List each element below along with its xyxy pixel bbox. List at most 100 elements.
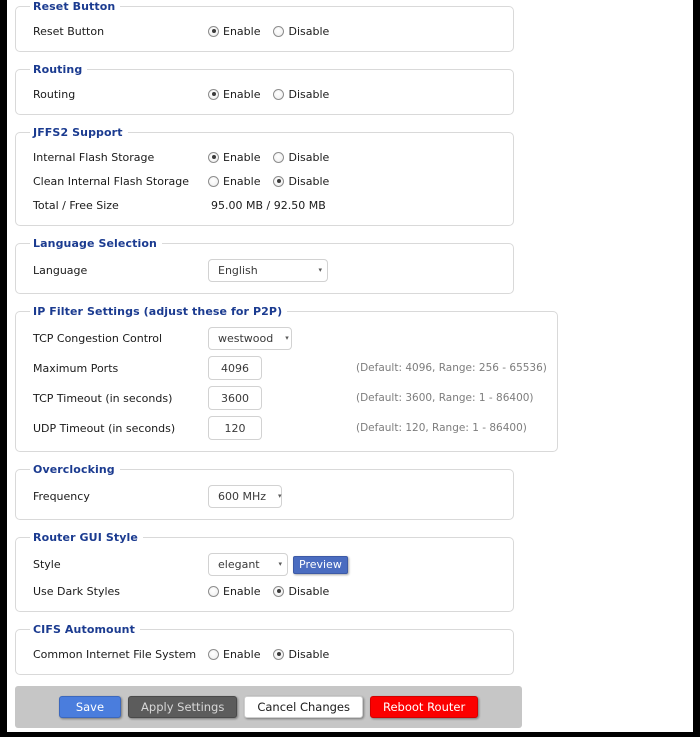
row-total-free-size: Total / Free Size 95.00 MB / 92.50 MB [26, 193, 503, 217]
row-tcp-timeout: TCP Timeout (in seconds) (Default: 3600,… [26, 383, 547, 413]
tcp-congestion-select[interactable]: westwood ▾ [208, 327, 292, 350]
maximum-ports-hint: (Default: 4096, Range: 256 - 65536) [356, 362, 547, 374]
preview-button[interactable]: Preview [293, 555, 348, 574]
save-button[interactable]: Save [58, 696, 122, 718]
internal-flash-radio-group[interactable]: Enable Disable [208, 151, 342, 164]
routing-field: Enable Disable [208, 88, 348, 101]
row-udp-timeout: UDP Timeout (in seconds) (Default: 120, … [26, 413, 547, 443]
reboot-router-button[interactable]: Reboot Router [369, 696, 479, 718]
reset-button-enable-radio[interactable]: Enable [208, 25, 260, 38]
internal-flash-storage-field: Enable Disable [208, 151, 348, 164]
panel-gui-style-legend: Router GUI Style [33, 531, 138, 544]
routing-enable-radio[interactable]: Enable [208, 88, 260, 101]
total-free-size-label: Total / Free Size [33, 198, 119, 212]
settings-content: Reset Button Reset Button Enable Disable [7, 0, 558, 675]
row-tcp-congestion-control: TCP Congestion Control westwood ▾ [26, 324, 547, 353]
style-select[interactable]: elegant ▾ [208, 553, 288, 576]
radio-label: Enable [223, 24, 261, 38]
row-clean-internal-flash-storage: Clean Internal Flash Storage Enable Disa… [26, 169, 503, 193]
routing-radio-group[interactable]: Enable Disable [208, 88, 342, 101]
clean-flash-enable-radio[interactable]: Enable [208, 175, 260, 188]
clean-flash-disable-radio[interactable]: Disable [273, 175, 329, 188]
row-internal-flash-storage: Internal Flash Storage Enable Disable [26, 145, 503, 169]
udp-timeout-field [208, 416, 348, 440]
panel-language-selection: Language Selection Language English ▾ [15, 237, 514, 294]
row-language: Language English ▾ [26, 256, 503, 285]
style-label: Style [33, 558, 61, 571]
panel-routing-legend: Routing [33, 63, 83, 76]
internal-flash-disable-radio[interactable]: Disable [273, 151, 329, 164]
radio-label: Enable [223, 150, 261, 164]
udp-timeout-hint: (Default: 120, Range: 1 - 86400) [356, 422, 527, 434]
panel-overclocking: Overclocking Frequency 600 MHz ▾ [15, 463, 514, 520]
maximum-ports-input[interactable] [208, 356, 262, 380]
use-dark-styles-field: Enable Disable [208, 585, 348, 598]
routing-disable-radio[interactable]: Disable [273, 88, 329, 101]
panel-jffs2-legend: JFFS2 Support [33, 126, 123, 139]
maximum-ports-field [208, 356, 348, 380]
chevron-down-icon: ▾ [278, 492, 282, 500]
reset-button-radio-group[interactable]: Enable Disable [208, 25, 342, 38]
language-select-value: English [218, 264, 258, 277]
radio-label: Enable [223, 584, 261, 598]
radio-label: Disable [288, 150, 330, 164]
reset-button-disable-radio[interactable]: Disable [273, 25, 329, 38]
chevron-down-icon: ▾ [278, 560, 282, 568]
dark-styles-enable-radio[interactable]: Enable [208, 585, 260, 598]
radio-dot-icon [273, 88, 285, 100]
radio-label: Disable [288, 174, 330, 188]
language-select[interactable]: English ▾ [208, 259, 328, 282]
row-routing: Routing Enable Disable [26, 82, 503, 106]
radio-dot-icon [208, 151, 219, 163]
panel-cifs-legend: CIFS Automount [33, 623, 135, 636]
row-common-internet-file-system: Common Internet File System Enable Disab… [26, 642, 503, 666]
panel-overclocking-legend: Overclocking [33, 463, 115, 476]
tcp-timeout-input[interactable] [208, 386, 262, 410]
radio-dot-icon [273, 648, 285, 660]
use-dark-styles-label: Use Dark Styles [33, 584, 121, 598]
panel-reset-button: Reset Button Reset Button Enable Disable [15, 0, 514, 52]
routing-label: Routing [33, 87, 76, 101]
router-admin-page: Reset Button Reset Button Enable Disable [0, 0, 700, 737]
row-use-dark-styles: Use Dark Styles Enable Disable [26, 579, 503, 603]
clean-internal-flash-label: Clean Internal Flash Storage [33, 174, 189, 188]
panel-ip-filter-settings: IP Filter Settings (adjust these for P2P… [15, 305, 558, 452]
radio-label: Enable [223, 174, 261, 188]
internal-flash-storage-label: Internal Flash Storage [33, 150, 155, 164]
internal-flash-enable-radio[interactable]: Enable [208, 151, 260, 164]
apply-settings-button[interactable]: Apply Settings [128, 696, 238, 718]
cifs-disable-radio[interactable]: Disable [273, 648, 329, 661]
total-free-size-value: 95.00 MB / 92.50 MB [211, 198, 326, 212]
cifs-radio-group[interactable]: Enable Disable [208, 648, 342, 661]
radio-dot-icon [208, 585, 219, 597]
cancel-changes-button[interactable]: Cancel Changes [244, 696, 363, 718]
dark-styles-disable-radio[interactable]: Disable [273, 585, 329, 598]
row-reset-button: Reset Button Enable Disable [26, 19, 503, 43]
language-label: Language [33, 264, 88, 277]
radio-label: Enable [223, 647, 261, 661]
frequency-label: Frequency [33, 490, 90, 503]
udp-timeout-input[interactable] [208, 416, 262, 440]
chevron-down-icon: ▾ [318, 266, 322, 274]
tcp-congestion-select-value: westwood [218, 332, 274, 345]
dark-styles-radio-group[interactable]: Enable Disable [208, 585, 342, 598]
row-maximum-ports: Maximum Ports (Default: 4096, Range: 256… [26, 353, 547, 383]
chevron-down-icon: ▾ [285, 334, 289, 342]
radio-dot-icon [208, 88, 219, 100]
panel-ip-filter-legend: IP Filter Settings (adjust these for P2P… [33, 305, 283, 318]
total-free-size-field: 95.00 MB / 92.50 MB [208, 199, 348, 212]
tcp-congestion-field: westwood ▾ [208, 327, 348, 350]
radio-dot-icon [273, 25, 285, 37]
cifs-enable-radio[interactable]: Enable [208, 648, 260, 661]
radio-dot-icon [208, 648, 219, 660]
action-bar: Save Apply Settings Cancel Changes Reboo… [15, 686, 522, 728]
panel-router-gui-style: Router GUI Style Style elegant ▾ Preview… [15, 531, 514, 612]
panel-language-legend: Language Selection [33, 237, 157, 250]
clean-flash-radio-group[interactable]: Enable Disable [208, 175, 342, 188]
tcp-congestion-label: TCP Congestion Control [33, 332, 163, 345]
frequency-select[interactable]: 600 MHz ▾ [208, 485, 282, 508]
clean-internal-flash-field: Enable Disable [208, 175, 348, 188]
frequency-field: 600 MHz ▾ [208, 485, 348, 508]
tcp-timeout-label: TCP Timeout (in seconds) [33, 391, 173, 405]
radio-dot-icon [208, 25, 219, 37]
